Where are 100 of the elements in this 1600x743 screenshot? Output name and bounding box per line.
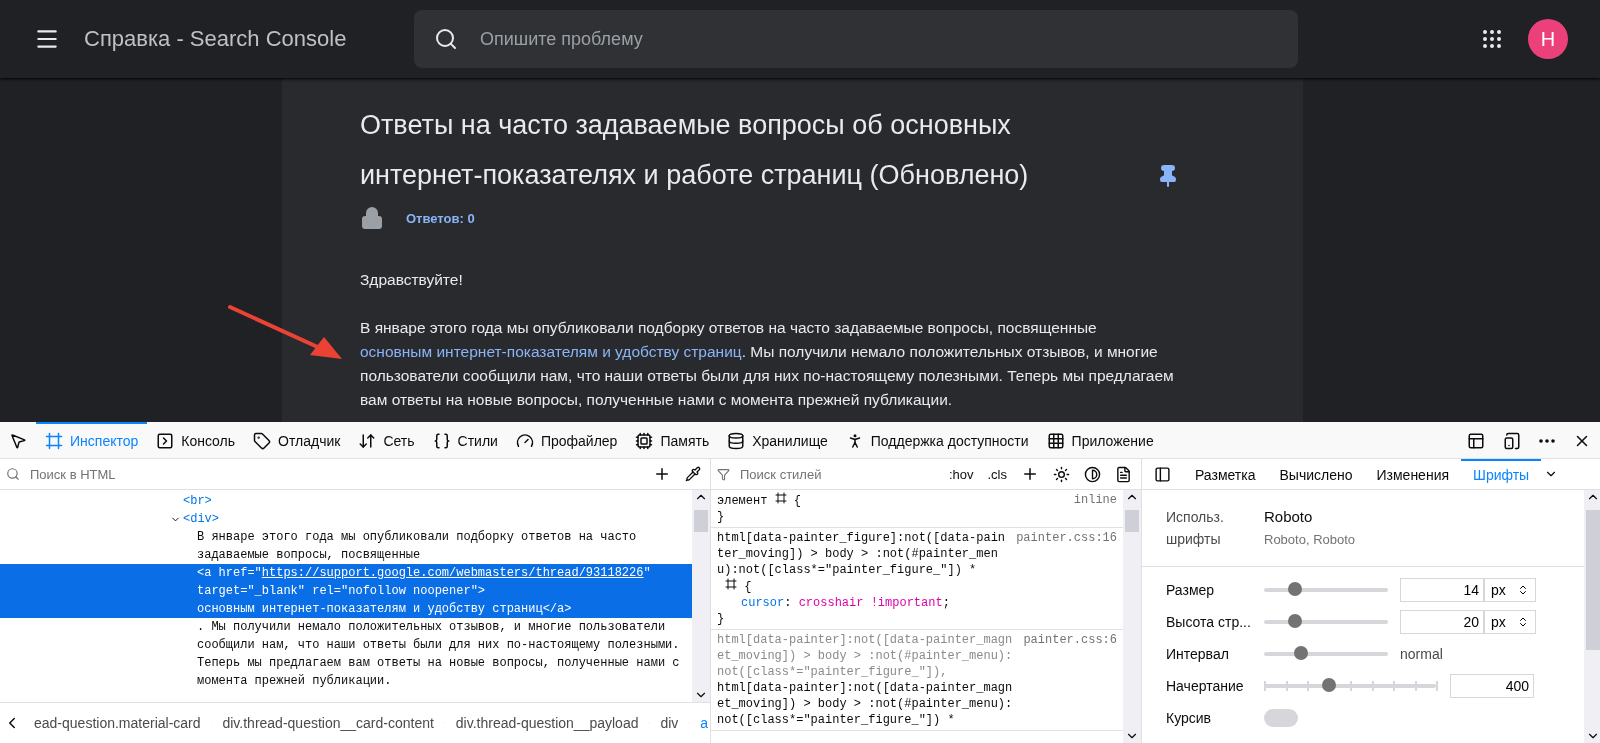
search-input[interactable]: Опишите проблему [478, 27, 1278, 51]
rule-selector: html[data-painter_figure]:not([data-painter_moving]) > body > :not(#painter_menu):not([class*="painter_figure_"]) * [717, 531, 1006, 577]
more-icon [1539, 439, 1555, 443]
font-name: Roboto [1264, 507, 1314, 527]
post-title: Ответы на часто задаваемые вопросы об основных интернет-показателях и работе страниц (Обновлено) [360, 109, 1030, 192]
sidebar-tab[interactable]: Вычислено [1267, 459, 1365, 489]
slider-thumb[interactable] [1288, 582, 1302, 596]
rule-selector: html[data-painter]:not([data-painter_magnet_moving]) > body > :not(#painter_menu):not([class*="painter_figure_"]) * [717, 681, 1013, 727]
rule-brace: { [793, 494, 802, 508]
rule-selector: html[data-painter]:not([data-painter_magnet_moving]) > body > :not(#painter_menu):not([class*="painter_figure_"]), [717, 633, 1013, 679]
slider-thumb[interactable] [1288, 614, 1302, 628]
devtools-tab[interactable]: Поддержка доступности [836, 422, 1038, 458]
eyedropper-icon [685, 466, 701, 482]
search-icon [434, 27, 458, 51]
layout-icon [1467, 432, 1485, 450]
database-icon [727, 432, 746, 450]
plus-icon [1021, 465, 1039, 483]
terminal-icon [156, 432, 175, 450]
scrollbar[interactable] [1584, 490, 1600, 743]
plus-icon [653, 465, 671, 483]
rule-source[interactable]: painter.css:16 [1016, 530, 1117, 546]
url-link[interactable]: https://support.google.com/webmasters/thread/93118226 [261, 566, 644, 580]
selected-element[interactable]: <a href="https://support.google.com/webmasters/thread/93118226" target="_blank" rel="nofollow noopener"> основным интернет-показателям и удобству страниц</a> [0, 564, 692, 618]
control-label: Курсив [1166, 710, 1213, 726]
filter-icon [717, 467, 730, 481]
devices-icon [1503, 432, 1521, 450]
control-label: Размер [1166, 582, 1216, 598]
control-label: Интервал [1166, 646, 1230, 662]
pointer-icon [9, 432, 27, 450]
html-tag[interactable]: <div> [183, 510, 219, 528]
toggle-switch[interactable] [1264, 709, 1298, 727]
scrollbar[interactable] [1123, 490, 1141, 743]
site-title: Справка - Search Console [84, 26, 348, 52]
scrollbar-thumb[interactable] [694, 510, 708, 532]
document-icon [1115, 465, 1132, 483]
devtools-tab[interactable]: Консоль [147, 422, 245, 458]
breadcrumb[interactable]: div.thread-question__payload [453, 715, 641, 731]
font-family: Roboto, Roboto [1264, 532, 1357, 547]
text-node[interactable]: В январе этого года мы опубликовали подборку ответов на часто задаваемые вопросы, посвященные [197, 528, 687, 564]
toggle-button[interactable]: :hov [945, 464, 977, 484]
control-label: Начертание [1166, 678, 1245, 694]
scrollbar[interactable] [692, 490, 710, 702]
html-tag[interactable]: <br> [183, 492, 212, 510]
chip-icon [635, 432, 654, 450]
sidebar-tab[interactable]: Изменения [1364, 459, 1462, 489]
rule-source[interactable]: painter.css:6 [1023, 632, 1117, 648]
toggle-button[interactable]: .cls [984, 464, 1010, 484]
declaration[interactable]: cursor: crosshair !important; [717, 595, 1117, 611]
devtools-tab[interactable]: Память [626, 422, 719, 458]
frame-icon [45, 432, 63, 450]
devtools-tab[interactable]: Стили [423, 422, 507, 458]
used-fonts-label: Использ. шрифты [1166, 508, 1225, 549]
devtools-tab[interactable]: Инспектор [36, 422, 148, 458]
value-reading: normal [1400, 646, 1443, 662]
arrows-icon [358, 432, 377, 450]
devtools-tab[interactable]: Приложение [1037, 422, 1163, 458]
up-down-icon [1517, 584, 1529, 596]
search-icon [6, 467, 20, 481]
replies-count: Ответов: 0 [406, 210, 475, 226]
rule-selector: элемент [717, 494, 768, 508]
unit-select[interactable]: px [1484, 610, 1536, 634]
value-field[interactable]: 20 [1400, 610, 1484, 634]
text-node[interactable]: . Мы получили немало положительных отзывов, и многие пользователи сообщили нам, что наши ответы были для них по-настоящему полезными. Теперь мы предлагаем вам ответы на новые вопросы, полученные нами с момента прежней публикации. [197, 618, 687, 690]
slider-thumb[interactable] [1294, 646, 1309, 660]
value-field[interactable]: 400 [1450, 674, 1534, 698]
grid-icon [1046, 432, 1065, 450]
contrast-icon [1084, 465, 1101, 483]
control-label: Высота стр... [1166, 614, 1252, 630]
sidebar-tab[interactable]: Разметка [1183, 459, 1268, 489]
lock-icon [360, 206, 384, 230]
up-down-icon [1517, 616, 1529, 628]
devtools-tab[interactable]: Отладчик [244, 422, 350, 458]
breadcrumb[interactable]: div [658, 715, 681, 731]
account-avatar[interactable]: Н [1528, 19, 1568, 59]
breadcrumb[interactable]: a [698, 715, 710, 731]
post-paragraph: В январе этого года мы опубликовали подборку ответов на часто задаваемые вопросы, посвященные основным интернет-показателям и удобству страниц. Мы получили немало положительных отзывов, и многие пользователи сообщили нам, что наши ответы были для них по-настоящему полезными. Теперь мы предлагаем вам ответы на новые вопросы, полученные нами с момента прежней публикации. [360, 318, 1175, 410]
sidebar-icon [1154, 465, 1171, 483]
scrollbar-thumb[interactable] [1125, 510, 1139, 532]
rule-source[interactable]: inline [1073, 492, 1117, 508]
devtools-tab[interactable]: Сеть [349, 422, 424, 458]
search-field[interactable]: Опишите проблему [414, 10, 1298, 68]
devtools-tab[interactable]: Профайлер [506, 422, 627, 458]
tag-icon [253, 432, 272, 450]
slider-thumb[interactable] [1322, 678, 1337, 692]
greeting-text: Здравствуйте! [360, 270, 464, 290]
gauge-icon [515, 432, 534, 450]
braces-icon [432, 432, 451, 450]
node-icon [774, 492, 787, 504]
devtools-tab[interactable]: Хранилище [718, 422, 837, 458]
sidebar-tab[interactable]: Шрифты [1461, 459, 1542, 489]
grid-icon [1480, 27, 1504, 51]
unit-select[interactable]: px [1484, 578, 1536, 602]
rule-brace: } [717, 510, 725, 524]
value-field[interactable]: 14 [1400, 578, 1484, 602]
breadcrumb[interactable]: ead-question.material-card [32, 715, 203, 731]
scrollbar-thumb[interactable] [1586, 510, 1600, 650]
node-icon [725, 578, 737, 590]
sun-icon [1053, 465, 1070, 483]
breadcrumb[interactable]: div.thread-question__card-content [220, 715, 436, 731]
article-link[interactable]: основным интернет-показателям и удобству страниц [360, 343, 742, 360]
